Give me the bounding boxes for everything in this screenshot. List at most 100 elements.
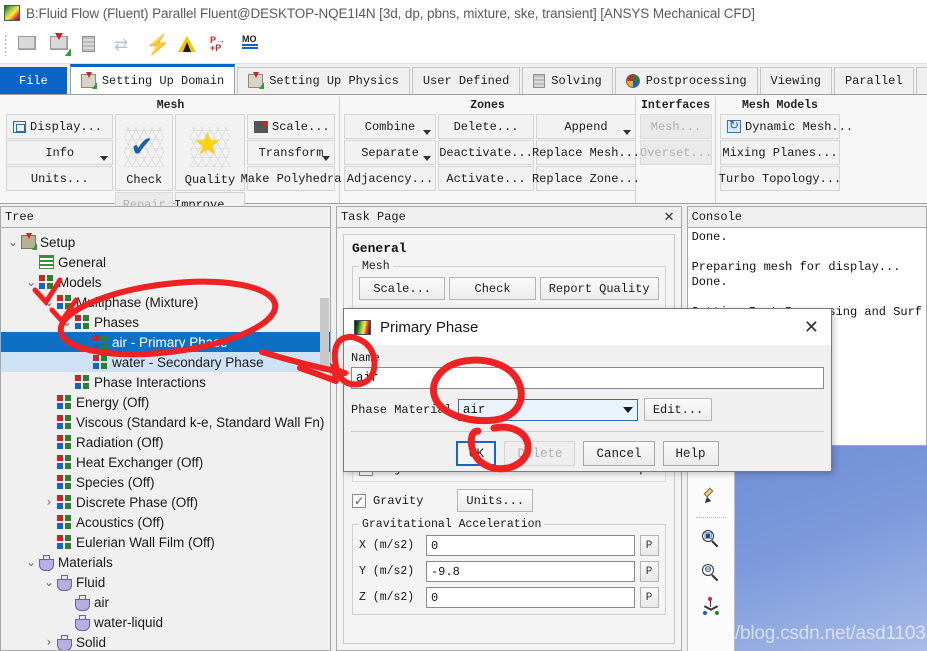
gravity-x-input[interactable]: 0: [425, 535, 635, 556]
zones-deactivate-button[interactable]: Deactivate...: [438, 140, 534, 165]
tree-item-heat-exchanger-off[interactable]: Heat Exchanger (Off): [1, 452, 330, 472]
gravity-checkbox[interactable]: ✓: [351, 493, 366, 508]
tab-file[interactable]: File: [0, 67, 67, 94]
zones-activate-button[interactable]: Activate...: [438, 166, 534, 191]
tree-item-viscous-standard-k-e-standard-wall-fn[interactable]: Viscous (Standard k-e, Standard Wall Fn): [1, 412, 330, 432]
tree-item-species-off[interactable]: Species (Off): [1, 472, 330, 492]
tab-postprocessing[interactable]: Postprocessing: [614, 67, 758, 94]
tree-item-water-liquid[interactable]: water-liquid: [1, 612, 330, 632]
zones-adjacency-button[interactable]: Adjacency...: [344, 166, 436, 191]
initialize-icon[interactable]: ⚡: [141, 30, 171, 60]
name-input[interactable]: air: [351, 367, 824, 389]
tree-item-solid[interactable]: › Solid: [1, 632, 330, 650]
tree-item-phase-interactions[interactable]: Phase Interactions: [1, 372, 330, 392]
read-mesh-icon[interactable]: [45, 30, 75, 60]
chevron-down-icon[interactable]: [100, 156, 109, 161]
tree-item-acoustics-off[interactable]: Acoustics (Off): [1, 512, 330, 532]
pressure-icon[interactable]: P→ +P: [205, 30, 235, 60]
chevron-down-icon[interactable]: [622, 406, 633, 413]
phase-material-select[interactable]: air: [457, 398, 638, 421]
graphics-viewport[interactable]: https://blog.csdn.net/asd1103810477: [734, 446, 927, 651]
tree-item-energy-off[interactable]: Energy (Off): [1, 392, 330, 412]
tree-expander[interactable]: ›: [41, 495, 57, 509]
tree-item-discrete-phase-off[interactable]: › Discrete Phase (Off): [1, 492, 330, 512]
gravity-y-p-button[interactable]: P: [639, 561, 659, 582]
monitor-icon[interactable]: MO: [237, 30, 267, 60]
scale-button[interactable]: Scale...: [358, 277, 446, 300]
interfaces-mesh-button[interactable]: Mesh...: [640, 114, 712, 139]
zoom-to-object-icon[interactable]: ▣: [696, 525, 726, 553]
refresh-icon[interactable]: ⇄: [109, 30, 139, 60]
tree-item-multiphase-mixture[interactable]: ⌄ Multiphase (Mixture): [1, 292, 330, 312]
zoom-out-icon[interactable]: ⊖: [696, 559, 726, 587]
tree-expander[interactable]: ⌄: [23, 275, 39, 289]
tree-item-air-primary-phase[interactable]: air - Primary Phase: [1, 332, 330, 352]
tree-expander[interactable]: ⌄: [23, 555, 39, 569]
tree-item-materials[interactable]: ⌄ Materials: [1, 552, 330, 572]
help-button[interactable]: Help: [662, 441, 719, 466]
tab-solving[interactable]: Solving: [522, 67, 613, 94]
tab-setting-up-physics[interactable]: Setting Up Physics: [237, 67, 410, 94]
close-icon[interactable]: ✕: [662, 210, 677, 225]
tree-item-phases[interactable]: ⌄ Phases: [1, 312, 330, 332]
mesh-scale-button[interactable]: Scale...: [247, 114, 335, 139]
tree-scrollbar[interactable]: [319, 298, 329, 368]
tree-expander[interactable]: ›: [41, 635, 57, 649]
interfaces-overset-button[interactable]: Overset...: [640, 140, 712, 165]
gravity-z-input[interactable]: 0: [425, 587, 635, 608]
write-case-icon[interactable]: [77, 30, 107, 60]
gravity-x-p-button[interactable]: P: [639, 535, 659, 556]
chevron-down-icon[interactable]: [423, 156, 431, 161]
tree-item-general[interactable]: General: [1, 252, 330, 272]
units-button[interactable]: Units...: [457, 489, 534, 512]
chevron-down-icon[interactable]: [623, 130, 631, 135]
tab-viewing[interactable]: Viewing: [759, 67, 832, 94]
chevron-down-icon[interactable]: [423, 130, 431, 135]
gravity-y-input[interactable]: -9.8: [425, 561, 635, 582]
tab-parallel[interactable]: Parallel: [833, 67, 914, 94]
delete-button[interactable]: Delete: [504, 441, 576, 466]
tree-item-fluid[interactable]: ⌄ Fluid: [1, 572, 330, 592]
tree-item-air[interactable]: air: [1, 592, 330, 612]
zones-separate-button[interactable]: Separate: [344, 140, 436, 165]
mesh-transform-button[interactable]: Transform: [247, 140, 335, 165]
mesh-make-polyhedra-button[interactable]: Make Polyhedra: [241, 166, 341, 191]
mixing-planes-button[interactable]: Mixing Planes...: [720, 140, 840, 165]
ok-button[interactable]: OK: [456, 441, 497, 466]
chevron-down-icon[interactable]: [322, 156, 330, 161]
tree-expander[interactable]: ⌄: [41, 295, 57, 309]
report-quality-button[interactable]: Report Quality: [539, 277, 659, 300]
close-icon[interactable]: ✕: [798, 317, 825, 338]
cancel-button[interactable]: Cancel: [583, 441, 655, 466]
turbo-topology-button[interactable]: Turbo Topology...: [719, 166, 841, 191]
tab-user-defined[interactable]: User Defined: [411, 67, 521, 94]
tree-item-setup[interactable]: ⌄ Setup: [1, 232, 330, 252]
axes-triad-icon[interactable]: [696, 593, 726, 621]
mesh-units-button[interactable]: Units...: [6, 166, 114, 191]
mesh-info-button[interactable]: Info: [6, 140, 114, 165]
lambda-icon[interactable]: [173, 30, 203, 60]
tree-expander[interactable]: ⌄: [5, 235, 21, 249]
tree-item-water-secondary-phase[interactable]: water - Secondary Phase: [1, 352, 330, 372]
toolbar-grip[interactable]: [4, 33, 7, 56]
zones-replace-mesh-button[interactable]: Replace Mesh...: [532, 140, 640, 165]
dynamic-mesh-button[interactable]: Dynamic Mesh...: [720, 114, 853, 139]
check-button[interactable]: Check: [449, 277, 536, 300]
tab-design[interactable]: Design: [915, 67, 927, 94]
tree-item-radiation-off[interactable]: Radiation (Off): [1, 432, 330, 452]
tab-setting-up-domain[interactable]: Setting Up Domain: [69, 64, 236, 94]
tree-expander[interactable]: ⌄: [41, 575, 57, 589]
tree-item-eulerian-wall-film-off[interactable]: Eulerian Wall Film (Off): [1, 532, 330, 552]
eyedropper-icon[interactable]: [696, 482, 726, 510]
mesh-display-button[interactable]: Display...: [6, 114, 114, 139]
tree-expander[interactable]: ⌄: [59, 315, 75, 329]
gravity-z-p-button[interactable]: P: [639, 587, 659, 608]
mesh-check-button[interactable]: ✔ Check: [115, 114, 173, 191]
tree-item-models[interactable]: ⌄ Models: [1, 272, 330, 292]
mesh-cube-icon[interactable]: [13, 30, 43, 60]
edit-button[interactable]: Edit...: [643, 398, 713, 421]
zones-combine-button[interactable]: Combine: [344, 114, 436, 139]
zones-delete-button[interactable]: Delete...: [438, 114, 534, 139]
zones-replace-zone-button[interactable]: Replace Zone...: [532, 166, 640, 191]
zones-append-button[interactable]: Append: [536, 114, 636, 139]
